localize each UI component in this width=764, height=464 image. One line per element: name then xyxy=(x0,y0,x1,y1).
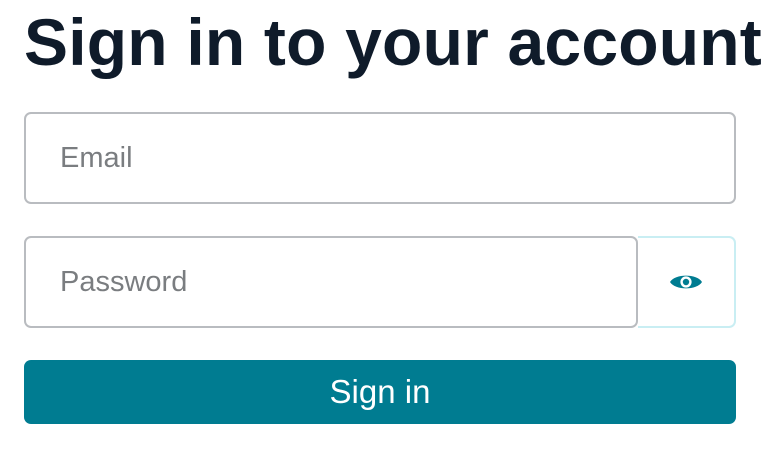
eye-icon xyxy=(670,275,702,289)
password-field[interactable] xyxy=(24,236,638,328)
show-password-toggle[interactable] xyxy=(638,236,736,328)
sign-in-form: Sign in to your account Sign in xyxy=(0,0,764,464)
email-field[interactable] xyxy=(24,112,736,204)
sign-in-button[interactable]: Sign in xyxy=(24,360,736,424)
page-title: Sign in to your account xyxy=(24,5,762,79)
